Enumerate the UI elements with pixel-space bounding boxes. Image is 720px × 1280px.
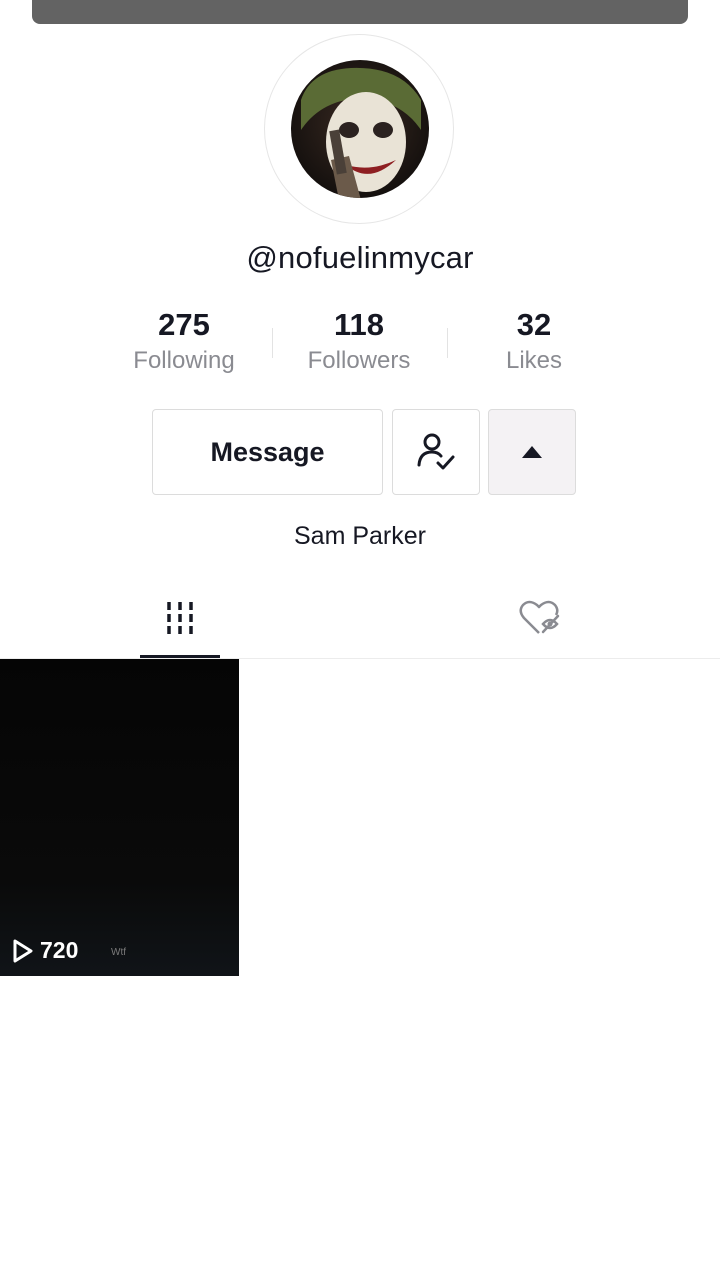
liked-hidden-icon xyxy=(519,600,560,634)
tab-liked[interactable] xyxy=(500,580,580,656)
message-button[interactable]: Message xyxy=(152,409,383,495)
stat-divider xyxy=(447,328,448,358)
view-count-value: 720 xyxy=(40,937,79,963)
following-status-button[interactable] xyxy=(392,409,480,495)
triangle-up-icon xyxy=(522,446,542,458)
stat-followers-value: 118 xyxy=(333,307,384,342)
stat-likes[interactable]: 32 Likes xyxy=(454,305,614,375)
suggested-accounts-toggle[interactable] xyxy=(488,409,576,495)
video-thumbnail[interactable]: 720 Wtf xyxy=(0,659,239,976)
stat-likes-label: Likes xyxy=(505,347,563,374)
play-icon xyxy=(13,939,33,962)
stat-divider xyxy=(272,328,273,358)
video-watermark: Wtf xyxy=(111,947,126,958)
videos-grid-icon xyxy=(167,602,193,634)
stat-following-label: Following xyxy=(133,347,235,374)
tab-videos[interactable] xyxy=(140,580,220,656)
profile-page: @nofuelinmycar 275 Following 118 Followe… xyxy=(0,0,720,1280)
view-count: 720 xyxy=(12,937,78,964)
stat-followers[interactable]: 118 Followers xyxy=(279,305,439,375)
stat-followers-label: Followers xyxy=(307,347,411,374)
username: @nofuelinmycar xyxy=(246,240,474,275)
avatar-image xyxy=(291,60,429,198)
top-bar xyxy=(32,0,688,24)
stat-following-value: 275 xyxy=(158,307,210,342)
user-check-icon xyxy=(417,433,455,470)
display-name: Sam Parker xyxy=(294,522,426,550)
avatar[interactable] xyxy=(291,60,429,198)
stat-following[interactable]: 275 Following xyxy=(104,305,264,375)
stat-likes-value: 32 xyxy=(516,307,552,342)
